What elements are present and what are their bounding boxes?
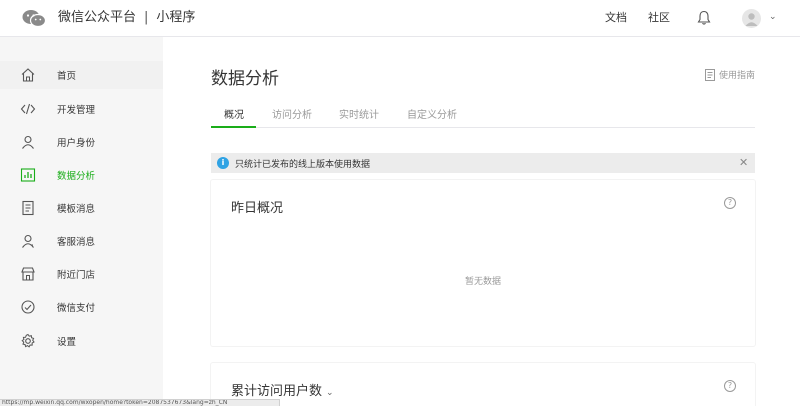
chevron-down-icon: ⌄	[326, 388, 334, 398]
sidebar-item-label: 数据分析	[57, 171, 96, 182]
code-icon	[19, 100, 37, 118]
cumulative-users-card: 累计访问用户数 ⌄ ?	[211, 363, 755, 406]
user-avatar-icon	[745, 13, 758, 26]
document-icon	[705, 68, 715, 81]
gear-icon	[19, 332, 37, 350]
tab-bar: 概况 访问分析 实时统计 自定义分析	[211, 103, 755, 128]
help-icon[interactable]: ?	[724, 197, 736, 209]
info-notice: i 只统计已发布的线上版本使用数据 ✕	[211, 153, 755, 173]
usage-guide-label: 使用指南	[719, 71, 756, 81]
user-icon	[19, 133, 37, 151]
sidebar-item-template[interactable]: 模板消息	[0, 194, 163, 222]
document-icon	[19, 199, 37, 217]
chart-icon	[19, 166, 37, 184]
top-header: 微信公众平台 | 小程序 文档 社区 ⌄	[0, 0, 800, 37]
usage-guide-link[interactable]: 使用指南	[705, 68, 755, 81]
store-icon	[19, 265, 37, 283]
sidebar-item-identity[interactable]: 用户身份	[0, 128, 163, 156]
sidebar-item-dev[interactable]: 开发管理	[0, 95, 163, 123]
main-content: 数据分析 使用指南 概况 访问分析 实时统计 自定义分析 i 只统计已发布的线上…	[163, 37, 800, 406]
sidebar-item-home[interactable]: 首页	[0, 61, 163, 89]
sidebar-item-label: 首页	[57, 71, 77, 82]
yesterday-overview-card: 昨日概况 ? 暂无数据	[211, 180, 755, 346]
close-icon[interactable]: ✕	[739, 157, 748, 169]
active-tab-indicator	[211, 126, 256, 128]
card-title-dropdown[interactable]: 累计访问用户数 ⌄	[231, 380, 334, 399]
empty-state-text: 暂无数据	[464, 277, 501, 287]
product-name: 小程序	[156, 10, 196, 25]
brand-title[interactable]: 微信公众平台 | 小程序	[58, 9, 195, 27]
home-icon	[19, 66, 37, 84]
help-icon[interactable]: ?	[724, 380, 736, 392]
sidebar-item-pay[interactable]: 微信支付	[0, 293, 163, 321]
sidebar-item-label: 开发管理	[57, 105, 96, 116]
sidebar-item-stores[interactable]: 附近门店	[0, 260, 163, 288]
sidebar-item-label: 模板消息	[57, 204, 96, 215]
tab-custom-analysis[interactable]: 自定义分析	[407, 106, 457, 121]
card-title: 昨日概况	[231, 201, 284, 216]
tab-visit-analysis[interactable]: 访问分析	[272, 106, 312, 121]
support-icon	[19, 232, 37, 250]
sidebar-item-label: 客服消息	[57, 237, 96, 248]
tab-realtime-stats[interactable]: 实时统计	[339, 106, 379, 121]
docs-link[interactable]: 文档	[605, 11, 627, 25]
brand-separator: |	[144, 10, 149, 25]
chevron-down-icon[interactable]: ⌄	[769, 12, 777, 22]
sidebar-item-label: 附近门店	[57, 270, 96, 281]
pay-icon	[19, 298, 37, 316]
notice-text: 只统计已发布的线上版本使用数据	[235, 160, 371, 170]
sidebar-item-label: 用户身份	[57, 138, 96, 149]
sidebar-item-label: 微信支付	[57, 303, 96, 314]
sidebar-item-label: 设置	[57, 337, 77, 348]
avatar[interactable]	[742, 9, 761, 28]
tab-overview[interactable]: 概况	[224, 106, 244, 121]
page-title: 数据分析	[211, 69, 279, 89]
community-link[interactable]: 社区	[648, 11, 670, 25]
wechat-logo-icon[interactable]	[22, 9, 46, 28]
browser-status-url: https://mp.weixin.qq.com/wxopen/home?tok…	[0, 399, 280, 406]
info-icon: i	[217, 157, 229, 169]
sidebar: 首页 开发管理 用户身份 数据分析 模板消息 客服消息 附近门店 微信支付 设置	[0, 61, 163, 361]
platform-name: 微信公众平台	[58, 10, 137, 25]
sidebar-item-analytics[interactable]: 数据分析	[0, 161, 163, 189]
notification-bell-icon[interactable]	[697, 10, 711, 26]
card-title: 累计访问用户数	[231, 384, 323, 399]
sidebar-item-settings[interactable]: 设置	[0, 327, 163, 355]
sidebar-item-support[interactable]: 客服消息	[0, 227, 163, 255]
